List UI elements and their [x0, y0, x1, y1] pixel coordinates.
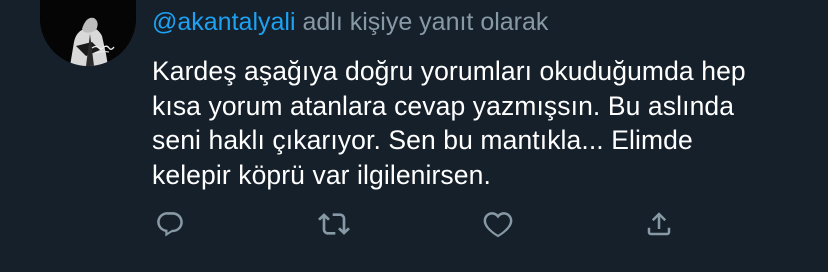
avatar-image: [40, 0, 136, 66]
retweet-icon: [318, 213, 350, 235]
tweet-text-line: Kardeş aşağıya doğru yorumları okuduğumd…: [152, 56, 746, 86]
tweet-text-line: kısa yorum atanlara cevap yazmışsın. Bu …: [152, 90, 735, 121]
tweet-actions: [0, 204, 828, 248]
tweet-text: Kardeş aşağıya doğru yorumları okuduğumd…: [152, 54, 792, 192]
share-button[interactable]: [639, 204, 679, 244]
retweet-button[interactable]: [314, 204, 354, 244]
tweet-text-line: seni haklı çıkarıyor. Sen bu mantıkla...…: [152, 125, 693, 155]
reply-context-label: adlı kişiye yanıt olarak: [295, 8, 549, 36]
reply-button[interactable]: [150, 204, 190, 244]
reply-handle-link[interactable]: @akantalyali: [152, 8, 296, 36]
reply-context: @akantalyali adlı kişiye yanıt olarak: [152, 7, 548, 37]
share-icon: [647, 212, 671, 236]
tweet: @akantalyali adlı kişiye yanıt olarak Ka…: [0, 0, 828, 272]
like-button[interactable]: [478, 204, 518, 244]
tweet-text-line: kelepir köprü var ilgilenirsen.: [152, 159, 491, 190]
reply-icon: [157, 212, 183, 237]
avatar[interactable]: [40, 0, 136, 66]
like-icon: [483, 212, 513, 238]
